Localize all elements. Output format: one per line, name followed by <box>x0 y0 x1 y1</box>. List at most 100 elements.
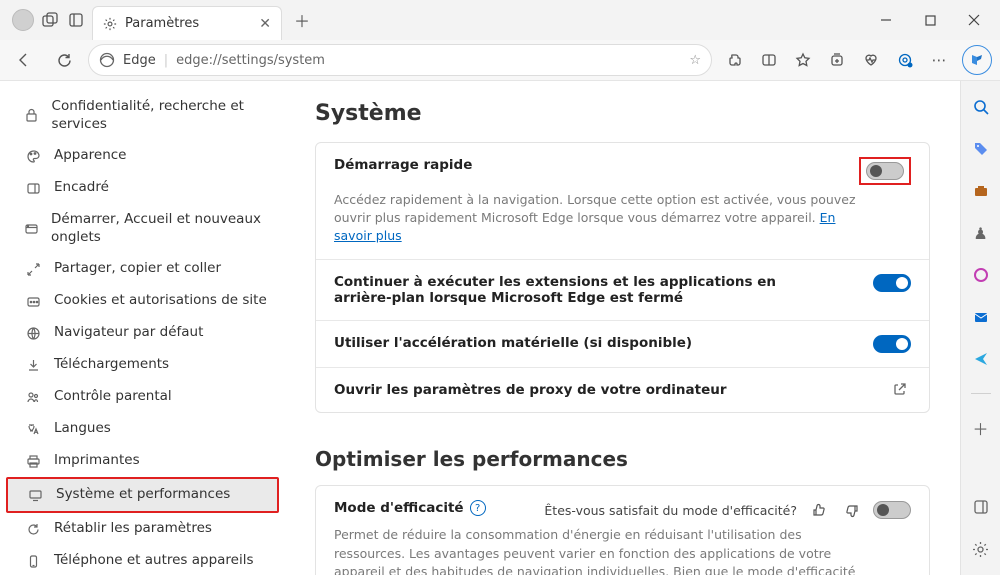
proxy-title: Ouvrir les paramètres de proxy de votre … <box>334 382 727 398</box>
refresh-button[interactable] <box>48 44 80 76</box>
printer-icon <box>24 452 42 470</box>
browser-window: Paramètres ✕ ＋ Edge <box>0 0 1000 575</box>
hw-accel-row: Utiliser l'accélération matérielle (si d… <box>316 321 929 368</box>
sidebar-item-appearance[interactable]: Apparence <box>6 140 279 172</box>
performance-panel: Mode d'efficacité ? Êtes-vous satisfait … <box>315 485 930 575</box>
efficiency-desc: Permet de réduire la consommation d'éner… <box>334 526 864 575</box>
shopping-tag-icon[interactable] <box>969 137 993 161</box>
sidebar-item-family[interactable]: Contrôle parental <box>6 381 279 413</box>
sidebar-item-phone[interactable]: Téléphone et autres appareils <box>6 545 279 575</box>
sidebar-item-label: Confidentialité, recherche et services <box>52 98 269 133</box>
sidebar-item-label: Système et performances <box>56 486 230 504</box>
browser-tab[interactable]: Paramètres ✕ <box>92 6 282 40</box>
sidebar-item-label: Apparence <box>54 147 127 165</box>
sidebar-item-sidebar[interactable]: Encadré <box>6 172 279 204</box>
settings-gear-icon[interactable] <box>969 537 993 561</box>
titlebar-left <box>4 9 86 31</box>
new-tab-button[interactable]: ＋ <box>288 6 316 34</box>
sidebar-item-privacy[interactable]: Confidentialité, recherche et services <box>6 91 279 140</box>
quick-start-row: Démarrage rapide Accédez rapidement à la… <box>316 143 929 260</box>
languages-icon <box>24 420 42 438</box>
sidebar-item-start[interactable]: Démarrer, Accueil et nouveaux onglets <box>6 204 279 253</box>
section-title-performance: Optimiser les performances <box>315 447 930 471</box>
proxy-row[interactable]: Ouvrir les paramètres de proxy de votre … <box>316 368 929 412</box>
efficiency-title: Mode d'efficacité <box>334 500 464 516</box>
profile-avatar[interactable] <box>12 9 34 31</box>
split-screen-icon[interactable] <box>754 45 784 75</box>
phone-icon <box>24 552 42 570</box>
thumbs-down-icon[interactable] <box>841 500 861 520</box>
health-icon[interactable] <box>856 45 886 75</box>
sidebar-item-system[interactable]: Système et performances <box>6 477 279 513</box>
tab-title: Paramètres <box>125 16 199 31</box>
copilot-icon[interactable] <box>962 45 992 75</box>
tabs-icon <box>24 220 39 238</box>
close-tab-icon[interactable]: ✕ <box>259 16 271 32</box>
quick-start-desc: Accédez rapidement à la navigation. Lors… <box>334 191 864 245</box>
tools-icon[interactable] <box>969 179 993 203</box>
extensions-icon[interactable] <box>720 45 750 75</box>
address-url: edge://settings/system <box>176 53 325 68</box>
lock-icon <box>24 107 40 125</box>
outlook-icon[interactable] <box>969 305 993 329</box>
vertical-tabs-icon[interactable] <box>66 10 86 30</box>
right-sidebar: ♟ ＋ <box>960 81 1000 575</box>
download-icon <box>24 356 42 374</box>
more-icon[interactable]: ⋯ <box>924 45 954 75</box>
sidebar-item-label: Langues <box>54 420 111 438</box>
sidebar-item-label: Navigateur par défaut <box>54 324 203 342</box>
efficiency-row: Mode d'efficacité ? Êtes-vous satisfait … <box>316 486 929 575</box>
close-window-button[interactable] <box>952 0 996 40</box>
collections-icon[interactable] <box>822 45 852 75</box>
add-sidebar-icon[interactable]: ＋ <box>969 416 993 440</box>
bg-extensions-toggle[interactable] <box>873 274 911 292</box>
sidebar-item-label: Téléchargements <box>54 356 169 374</box>
sidebar-item-default-browser[interactable]: Navigateur par défaut <box>6 317 279 349</box>
sidebar-item-downloads[interactable]: Téléchargements <box>6 349 279 381</box>
sidebar-item-share[interactable]: Partager, copier et coller <box>6 253 279 285</box>
info-icon[interactable]: ? <box>470 500 486 516</box>
quick-start-toggle[interactable] <box>866 162 904 180</box>
favorite-star-icon[interactable]: ☆ <box>689 53 701 68</box>
content-area: Confidentialité, recherche et services A… <box>0 80 1000 575</box>
search-icon[interactable] <box>969 95 993 119</box>
sidebar-item-reset[interactable]: Rétablir les paramètres <box>6 513 279 545</box>
thumbs-up-icon[interactable] <box>809 500 829 520</box>
sidebar-item-printers[interactable]: Imprimantes <box>6 445 279 477</box>
games-icon[interactable]: ♟ <box>969 221 993 245</box>
settings-main: Système Démarrage rapide Accédez rapidem… <box>285 81 960 575</box>
sidebar-item-label: Contrôle parental <box>54 388 172 406</box>
settings-sidebar: Confidentialité, recherche et services A… <box>0 81 285 575</box>
hw-accel-title: Utiliser l'accélération matérielle (si d… <box>334 335 692 351</box>
address-bar[interactable]: Edge | edge://settings/system ☆ <box>88 44 712 76</box>
performance-icon[interactable] <box>890 45 920 75</box>
reset-icon <box>24 520 42 538</box>
efficiency-toggle[interactable] <box>873 501 911 519</box>
sidebar-item-label: Démarrer, Accueil et nouveaux onglets <box>51 211 269 246</box>
workspaces-icon[interactable] <box>40 10 60 30</box>
sidebar-item-cookies[interactable]: Cookies et autorisations de site <box>6 285 279 317</box>
sidebar-item-label: Rétablir les paramètres <box>54 520 212 538</box>
cookies-icon <box>24 292 42 310</box>
system-icon <box>26 486 44 504</box>
office-icon[interactable] <box>969 263 993 287</box>
sidebar-item-languages[interactable]: Langues <box>6 413 279 445</box>
appearance-icon <box>24 147 42 165</box>
toolbar: Edge | edge://settings/system ☆ <box>0 40 1000 80</box>
favorites-icon[interactable] <box>788 45 818 75</box>
system-panel: Démarrage rapide Accédez rapidement à la… <box>315 142 930 413</box>
sidebar-item-label: Imprimantes <box>54 452 140 470</box>
quick-start-toggle-highlight <box>859 157 911 185</box>
family-icon <box>24 388 42 406</box>
browser-icon <box>24 324 42 342</box>
minimize-button[interactable] <box>864 0 908 40</box>
customize-sidebar-icon[interactable] <box>969 495 993 519</box>
bg-extensions-title: Continuer à exécuter les extensions et l… <box>334 274 804 306</box>
hw-accel-toggle[interactable] <box>873 335 911 353</box>
maximize-button[interactable] <box>908 0 952 40</box>
external-link-icon <box>893 382 911 396</box>
back-button[interactable] <box>8 44 40 76</box>
quick-start-title: Démarrage rapide <box>334 157 472 173</box>
send-icon[interactable] <box>969 347 993 371</box>
sidebar-item-label: Encadré <box>54 179 109 197</box>
